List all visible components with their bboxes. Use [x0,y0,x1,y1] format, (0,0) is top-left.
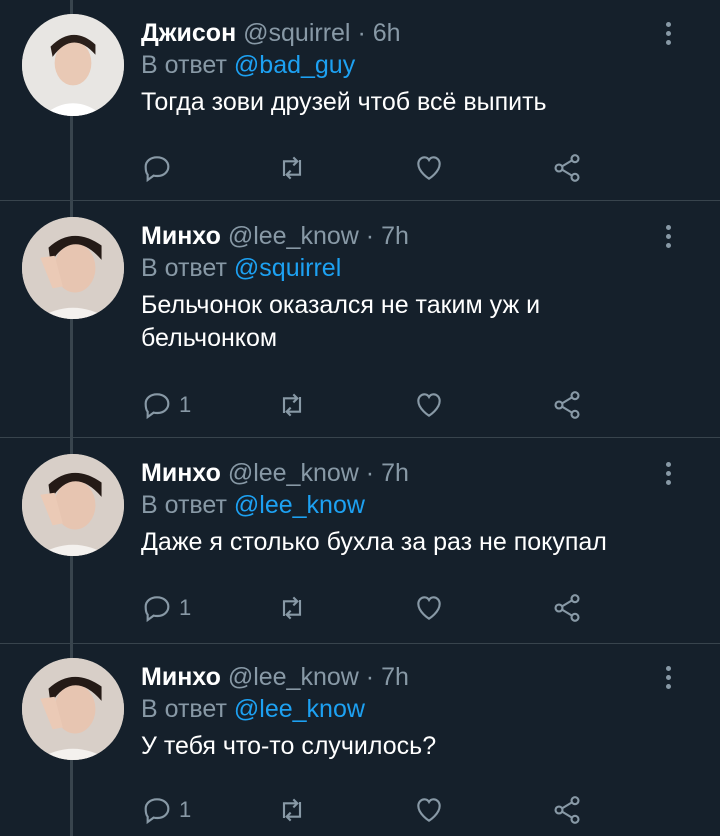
tweet-text: Даже я столько бухла за раз не покупал [141,528,607,556]
tweet-header: Минхо @lee_know · 7h [141,458,668,488]
reply-to-link[interactable]: @squirrel [234,254,341,282]
like-button[interactable] [413,792,445,828]
reply-context: В ответ @squirrel [141,253,668,283]
reply-prefix: В ответ [141,254,227,282]
avatar[interactable] [22,658,124,760]
retweet-icon [282,798,302,822]
share-icon [554,594,580,622]
avatar[interactable] [22,454,124,556]
reply-count: 1 [179,797,192,822]
username[interactable]: @squirrel [243,19,350,47]
share-button[interactable] [551,387,583,423]
separator: · [365,222,375,250]
retweet-icon [282,156,302,180]
like-button[interactable] [413,387,445,423]
reply-button[interactable] [141,150,179,186]
reply-to-link[interactable]: @bad_guy [234,51,355,79]
timestamp[interactable]: 7h [381,222,409,250]
retweet-button[interactable] [276,590,308,626]
reply-count: 1 [179,595,192,620]
reply-icon [144,798,170,825]
reply-context: В ответ @lee_know [141,490,668,520]
retweet-button[interactable] [276,387,308,423]
tweet[interactable]: Минхо @lee_know · 7h В ответ @lee_know Д… [0,438,720,643]
separator: · [365,663,375,691]
tweet-text: У тебя что-то случилось? [141,732,437,760]
tweet[interactable]: Минхо @lee_know · 7h В ответ @squirrel Б… [0,201,720,437]
retweet-button[interactable] [276,792,308,828]
like-button[interactable] [413,150,445,186]
more-options-icon[interactable] [664,666,672,696]
display-name[interactable]: Минхо [141,663,221,691]
avatar[interactable] [22,217,124,319]
tweet-text: Тогда зови друзей чтоб всё выпить [141,88,547,116]
reply-button[interactable]: 1 [141,387,191,423]
tweet-actions: 1 [141,387,591,423]
reply-context: В ответ @bad_guy [141,50,668,80]
username[interactable]: @lee_know [228,222,359,250]
share-icon [554,391,580,419]
separator: · [365,459,375,487]
retweet-button[interactable] [276,150,308,186]
timestamp[interactable]: 7h [381,459,409,487]
like-icon [417,798,441,822]
more-options-icon[interactable] [664,225,672,255]
retweet-icon [282,393,302,417]
avatar[interactable] [22,14,124,116]
tweet-actions: 1 [141,590,591,626]
like-icon [417,156,441,180]
tweet-actions: 1 [141,792,591,828]
reply-to-link[interactable]: @lee_know [234,695,365,723]
reply-icon [144,393,170,420]
reply-icon [144,156,170,183]
username[interactable]: @lee_know [228,459,359,487]
tweet-header: Минхо @lee_know · 7h [141,662,668,692]
share-button[interactable] [551,150,583,186]
tweet-header: Джисон @squirrel · 6h [141,18,668,48]
more-options-icon[interactable] [664,462,672,492]
like-icon [417,393,441,417]
like-button[interactable] [413,590,445,626]
tweet[interactable]: Джисон @squirrel · 6h В ответ @bad_guy Т… [0,0,720,200]
reply-context: В ответ @lee_know [141,694,668,724]
display-name[interactable]: Минхо [141,222,221,250]
username[interactable]: @lee_know [228,663,359,691]
like-icon [417,596,441,620]
tweet-actions [141,150,591,186]
reply-icon [144,596,170,623]
reply-button[interactable]: 1 [141,792,191,828]
more-options-icon[interactable] [664,22,672,52]
reply-button[interactable]: 1 [141,590,191,626]
share-icon [554,154,580,182]
share-button[interactable] [551,590,583,626]
tweet-text: Бельчонок оказался не таким уж и бельчон… [141,291,541,352]
reply-prefix: В ответ [141,695,227,723]
timestamp[interactable]: 6h [373,19,401,47]
reply-count: 1 [179,392,192,417]
display-name[interactable]: Джисон [141,19,236,47]
timestamp[interactable]: 7h [381,663,409,691]
reply-prefix: В ответ [141,51,227,79]
share-button[interactable] [551,792,583,828]
display-name[interactable]: Минхо [141,459,221,487]
tweet[interactable]: Минхо @lee_know · 7h В ответ @lee_know У… [0,644,720,836]
share-icon [554,796,580,824]
retweet-icon [282,596,302,620]
reply-to-link[interactable]: @lee_know [234,491,365,519]
reply-prefix: В ответ [141,491,227,519]
separator: · [357,19,366,47]
tweet-header: Минхо @lee_know · 7h [141,221,668,251]
